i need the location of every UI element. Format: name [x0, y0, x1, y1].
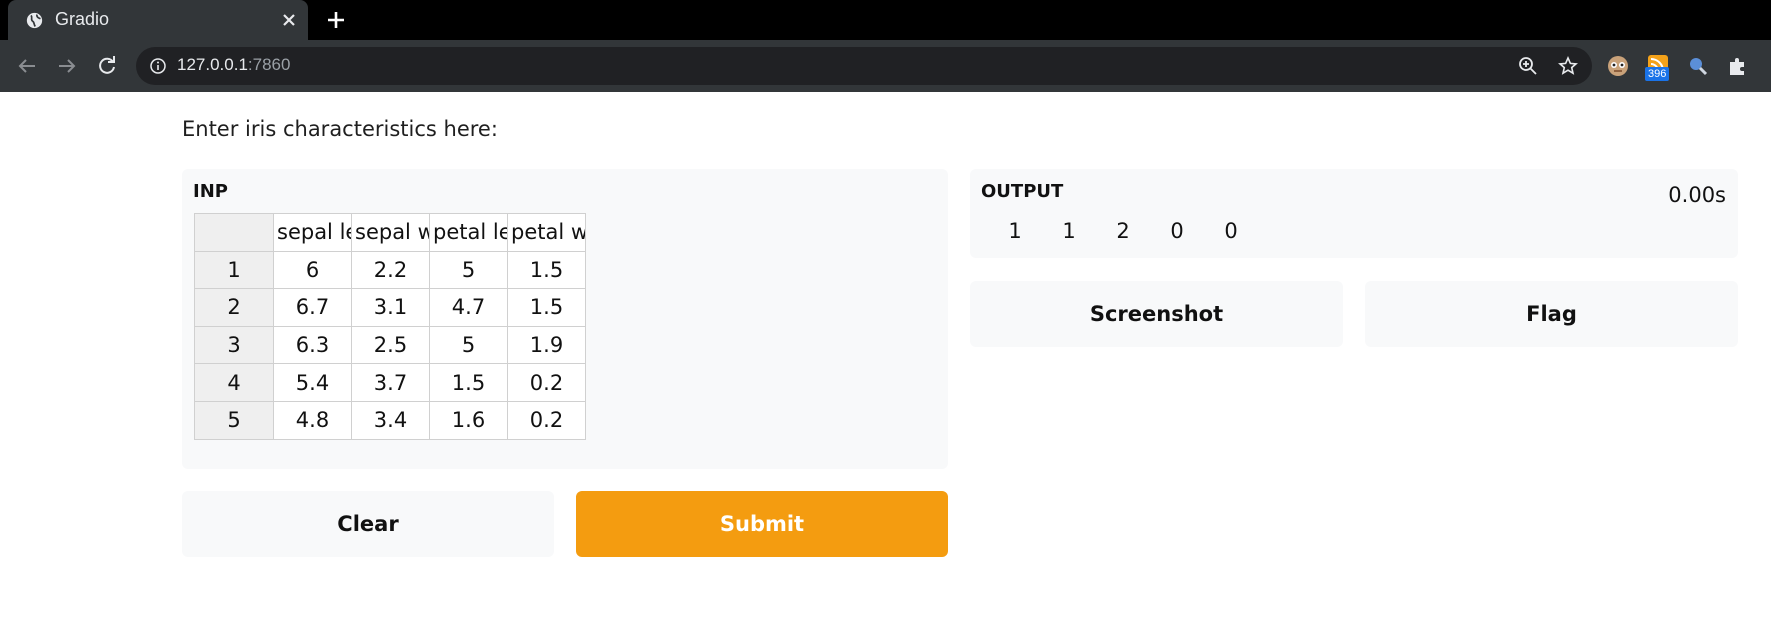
app-description: Enter iris characteristics here: [182, 117, 498, 141]
forward-icon[interactable] [55, 54, 79, 78]
table-cell[interactable]: 1.9 [507, 325, 586, 365]
output-value: 0 [1224, 219, 1238, 243]
output-values: 1 1 2 0 0 [988, 219, 1258, 243]
bookmark-star-icon[interactable] [1558, 56, 1578, 76]
extensions-puzzle-icon[interactable] [1726, 54, 1750, 78]
corner-cell [194, 213, 274, 252]
globe-icon [26, 12, 43, 29]
table-cell[interactable]: 4.7 [429, 288, 508, 327]
output-label: OUTPUT [981, 181, 1064, 202]
table-cell[interactable]: 5 [429, 325, 508, 365]
extension-face-icon[interactable] [1606, 54, 1630, 78]
input-label: INP [193, 181, 228, 202]
column-header[interactable]: sepal w [351, 213, 430, 252]
table-cell[interactable]: 3.7 [351, 363, 430, 402]
table-row: 2 6.7 3.1 4.7 1.5 [194, 288, 586, 327]
table-cell[interactable]: 0.2 [507, 363, 586, 402]
browser-tab[interactable]: Gradio [8, 0, 308, 40]
url-text: 127.0.0.1:7860 [177, 55, 290, 75]
extension-search-icon[interactable] [1686, 54, 1710, 78]
row-index: 5 [194, 400, 274, 440]
table-cell[interactable]: 1.5 [507, 250, 586, 290]
input-panel: INP sepal le sepal w petal le petal w 1 … [182, 169, 948, 469]
output-value: 1 [1062, 219, 1076, 243]
clear-button[interactable]: Clear [182, 491, 554, 557]
address-bar[interactable]: 127.0.0.1:7860 [136, 47, 1592, 85]
table-cell[interactable]: 1.5 [507, 288, 586, 327]
table-cell[interactable]: 6.3 [273, 325, 352, 365]
tab-title: Gradio [55, 9, 110, 29]
output-value: 1 [1008, 219, 1022, 243]
column-header[interactable]: petal le [429, 213, 508, 252]
browser-tab-bar: Gradio [0, 0, 1771, 40]
output-panel: OUTPUT 0.00s 1 1 2 0 0 [970, 169, 1738, 258]
table-cell[interactable]: 1.6 [429, 400, 508, 440]
reload-icon[interactable] [95, 54, 119, 78]
table-row: 3 6.3 2.5 5 1.9 [194, 325, 586, 365]
output-value: 0 [1170, 219, 1184, 243]
column-header[interactable]: petal w [507, 213, 586, 252]
table-cell[interactable]: 6 [273, 250, 352, 290]
flag-button[interactable]: Flag [1365, 281, 1738, 347]
column-header[interactable]: sepal le [273, 213, 352, 252]
new-tab-icon[interactable] [326, 10, 346, 30]
screenshot-button[interactable]: Screenshot [970, 281, 1343, 347]
zoom-icon[interactable] [1518, 56, 1538, 76]
row-index: 3 [194, 325, 274, 365]
table-cell[interactable]: 2.5 [351, 325, 430, 365]
table-cell[interactable]: 0.2 [507, 400, 586, 440]
browser-toolbar: 127.0.0.1:7860 396 [0, 40, 1771, 92]
table-cell[interactable]: 2.2 [351, 250, 430, 290]
table-row: 5 4.8 3.4 1.6 0.2 [194, 400, 586, 440]
back-icon[interactable] [15, 54, 39, 78]
elapsed-time: 0.00s [1668, 183, 1726, 207]
row-index: 1 [194, 250, 274, 290]
input-dataframe: sepal le sepal w petal le petal w 1 6 2.… [194, 213, 586, 440]
table-cell[interactable]: 1.5 [429, 363, 508, 402]
site-info-icon[interactable] [150, 58, 166, 74]
table-row: 1 6 2.2 5 1.5 [194, 250, 586, 290]
table-cell[interactable]: 4.8 [273, 400, 352, 440]
row-index: 4 [194, 363, 274, 402]
row-index: 2 [194, 288, 274, 327]
table-cell[interactable]: 5.4 [273, 363, 352, 402]
table-cell[interactable]: 6.7 [273, 288, 352, 327]
output-value: 2 [1116, 219, 1130, 243]
close-tab-icon[interactable] [280, 11, 298, 29]
url-port: :7860 [247, 55, 291, 74]
table-cell[interactable]: 5 [429, 250, 508, 290]
url-host: 127.0.0.1 [177, 55, 248, 74]
table-cell[interactable]: 3.1 [351, 288, 430, 327]
submit-button[interactable]: Submit [576, 491, 948, 557]
table-row: 4 5.4 3.7 1.5 0.2 [194, 363, 586, 402]
table-cell[interactable]: 3.4 [351, 400, 430, 440]
extension-badge: 396 [1645, 67, 1670, 81]
